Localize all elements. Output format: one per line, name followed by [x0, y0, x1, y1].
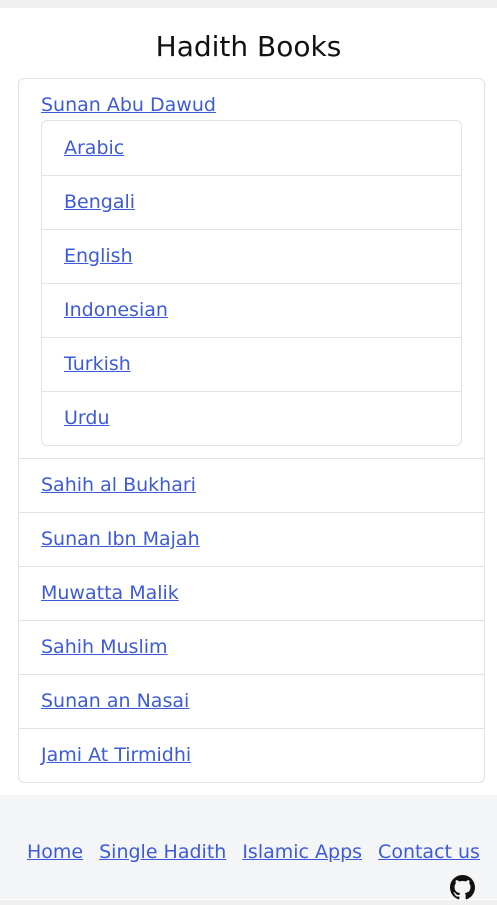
- language-item: Urdu: [42, 391, 461, 445]
- language-item: Bengali: [42, 175, 461, 229]
- language-link-indonesian[interactable]: Indonesian: [64, 299, 168, 321]
- book-item-sunan-abu-dawud: Sunan Abu Dawud Arabic Bengali English I…: [19, 79, 484, 458]
- language-link-urdu[interactable]: Urdu: [64, 407, 110, 429]
- page: Hadith Books Sunan Abu Dawud Arabic Beng…: [0, 8, 497, 900]
- language-link-english[interactable]: English: [64, 245, 133, 267]
- book-link-sahih-al-bukhari[interactable]: Sahih al Bukhari: [41, 474, 196, 496]
- language-item: Arabic: [42, 121, 461, 175]
- book-item-sahih-al-bukhari: Sahih al Bukhari: [19, 458, 484, 512]
- language-list: Arabic Bengali English Indonesian Turkis…: [41, 120, 462, 446]
- github-icon[interactable]: [450, 875, 475, 900]
- language-item: Indonesian: [42, 283, 461, 337]
- footer-nav: Home Single Hadith Islamic Apps Contact …: [27, 841, 496, 863]
- language-item: Turkish: [42, 337, 461, 391]
- language-link-bengali[interactable]: Bengali: [64, 191, 135, 213]
- language-item: English: [42, 229, 461, 283]
- book-link-sahih-muslim[interactable]: Sahih Muslim: [41, 636, 168, 658]
- footer-link-contact-us[interactable]: Contact us: [378, 841, 480, 863]
- book-item-sunan-an-nasai: Sunan an Nasai: [19, 674, 484, 728]
- footer-link-islamic-apps[interactable]: Islamic Apps: [242, 841, 362, 863]
- book-item-sunan-ibn-majah: Sunan Ibn Majah: [19, 512, 484, 566]
- page-title: Hadith Books: [155, 30, 342, 63]
- book-link-sunan-an-nasai[interactable]: Sunan an Nasai: [41, 690, 189, 712]
- footer-link-single-hadith[interactable]: Single Hadith: [99, 841, 226, 863]
- book-link-sunan-abu-dawud[interactable]: Sunan Abu Dawud: [41, 94, 216, 116]
- footer-link-home[interactable]: Home: [27, 841, 83, 863]
- book-link-muwatta-malik[interactable]: Muwatta Malik: [41, 582, 179, 604]
- book-list: Sunan Abu Dawud Arabic Bengali English I…: [18, 78, 485, 783]
- language-link-turkish[interactable]: Turkish: [64, 353, 131, 375]
- book-link-sunan-ibn-majah[interactable]: Sunan Ibn Majah: [41, 528, 200, 550]
- book-link-jami-at-tirmidhi[interactable]: Jami At Tirmidhi: [41, 744, 191, 766]
- language-link-arabic[interactable]: Arabic: [64, 137, 124, 159]
- book-item-sahih-muslim: Sahih Muslim: [19, 620, 484, 674]
- footer: Home Single Hadith Islamic Apps Contact …: [0, 795, 497, 900]
- book-item-jami-at-tirmidhi: Jami At Tirmidhi: [19, 728, 484, 782]
- book-item-muwatta-malik: Muwatta Malik: [19, 566, 484, 620]
